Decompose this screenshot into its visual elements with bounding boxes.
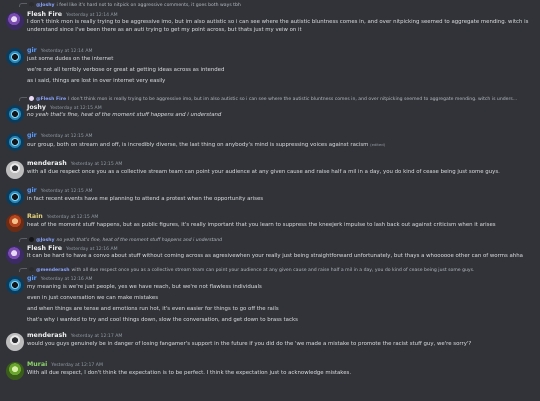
- reply-avatar: [29, 237, 34, 242]
- reply-preview[interactable]: @Joshy i feel like it's hard not to nitpi…: [19, 2, 534, 9]
- message-text: my meaning is we're just people, yes we …: [27, 284, 262, 290]
- message-header: gir Yesterday at 12:16 AM: [27, 275, 92, 284]
- username[interactable]: gir: [27, 275, 37, 282]
- timestamp: Yesterday at 12:14 AM: [40, 49, 93, 54]
- reply-username[interactable]: @menderash: [36, 268, 70, 273]
- avatar[interactable]: [6, 362, 24, 380]
- reply-preview[interactable]: @menderash with all due respect once you …: [19, 267, 534, 274]
- message-text: we're not all terribly verbose or great …: [27, 67, 225, 73]
- avatar[interactable]: [6, 12, 24, 30]
- reply-preview[interactable]: @Flesh Fire I don't think mon is really t…: [19, 96, 534, 103]
- message-text: that's why i wanted to try and cool thin…: [27, 317, 298, 323]
- message-header: gir Yesterday at 12:14 AM: [27, 47, 92, 56]
- timestamp: Yesterday at 12:14 AM: [66, 13, 118, 18]
- avatar[interactable]: [6, 214, 24, 232]
- reply-username[interactable]: @Joshy: [36, 238, 54, 243]
- avatar[interactable]: [6, 188, 24, 206]
- message-text: and when things are tense and emotions r…: [27, 306, 279, 312]
- username[interactable]: gir: [27, 132, 37, 139]
- reply-avatar: [29, 96, 34, 101]
- timestamp: Yesterday at 12:17 AM: [51, 363, 103, 368]
- reply-text: i feel like it's hard not to nitpick on …: [56, 3, 241, 8]
- timestamp: Yesterday at 12:15 AM: [50, 106, 102, 111]
- username[interactable]: Flesh Fire: [27, 11, 62, 18]
- message-header: Murai Yesterday at 12:17 AM: [27, 361, 103, 370]
- message-text: just some dudes on the internet: [27, 56, 114, 62]
- message-text: with all due respect once you as a colle…: [27, 169, 500, 175]
- avatar[interactable]: [6, 105, 24, 123]
- username[interactable]: gir: [27, 47, 37, 54]
- message-body: our group, both on stream and off, is in…: [27, 142, 369, 148]
- message-header: gir Yesterday at 12:15 AM: [27, 187, 92, 196]
- edited-tag: (edited): [370, 142, 386, 147]
- reply-username[interactable]: @Flesh Fire: [36, 97, 66, 102]
- timestamp: Yesterday at 12:15 AM: [46, 215, 99, 220]
- message-text: as i said, things are lost in over inter…: [27, 78, 166, 84]
- username[interactable]: menderash: [27, 160, 67, 167]
- timestamp: Yesterday at 12:15 AM: [40, 134, 93, 139]
- message-header: menderash Yesterday at 12:15 AM: [27, 160, 122, 169]
- reply-text: no yeah that's fine, heat of the moment …: [56, 238, 223, 243]
- message-text: no yeah that's fine, heat of the moment …: [27, 112, 222, 118]
- reply-avatar: [29, 267, 34, 272]
- reply-spine: [19, 96, 27, 101]
- reply-avatar: [29, 2, 34, 7]
- username[interactable]: menderash: [27, 332, 67, 339]
- message-text: With all due respect, I don't think the …: [27, 370, 352, 376]
- reply-username[interactable]: @Joshy: [36, 3, 54, 8]
- chat-message-list: @Joshy i feel like it's hard not to nitpi…: [0, 0, 540, 401]
- message-header: menderash Yesterday at 12:17 AM: [27, 332, 122, 341]
- timestamp: Yesterday at 12:17 AM: [70, 334, 123, 339]
- timestamp: Yesterday at 12:16 AM: [66, 247, 118, 252]
- reply-spine: [19, 2, 27, 7]
- avatar[interactable]: [6, 48, 24, 66]
- timestamp: Yesterday at 12:16 AM: [40, 277, 93, 282]
- timestamp: Yesterday at 12:15 AM: [70, 162, 123, 167]
- avatar[interactable]: [6, 333, 24, 351]
- message-header: gir Yesterday at 12:15 AM: [27, 132, 92, 141]
- message-text: even in just conversation we can make mi…: [27, 295, 159, 301]
- reply-spine: [19, 237, 27, 242]
- message-text: our group, both on stream and off, is in…: [27, 141, 534, 150]
- timestamp: Yesterday at 12:15 AM: [40, 189, 93, 194]
- reply-preview[interactable]: @Joshy no yeah that's fine, heat of the m…: [19, 237, 534, 244]
- avatar[interactable]: [6, 161, 24, 179]
- avatar[interactable]: [6, 276, 24, 294]
- username[interactable]: Rain: [27, 213, 43, 220]
- username[interactable]: gir: [27, 187, 37, 194]
- username[interactable]: Flesh Fire: [27, 245, 62, 252]
- message-text: It can be hard to have a convo about stu…: [27, 253, 523, 259]
- message-text: heat of the moment stuff happens, but as…: [27, 222, 496, 228]
- reply-text: with all due respect once you as a colle…: [71, 268, 475, 273]
- username[interactable]: Murai: [27, 361, 47, 368]
- username[interactable]: Joshy: [27, 104, 46, 111]
- reply-text: I don't think mon is really trying to be…: [68, 97, 518, 102]
- message-text: in fact recent events have me planning t…: [27, 196, 264, 202]
- message-text: I don't think mon is really trying to be…: [27, 19, 529, 33]
- message-text: would you guys genuinely be in danger of…: [27, 341, 472, 347]
- avatar[interactable]: [6, 246, 24, 264]
- avatar[interactable]: [6, 133, 24, 151]
- reply-spine: [19, 267, 27, 272]
- message-header: Rain Yesterday at 12:15 AM: [27, 213, 98, 222]
